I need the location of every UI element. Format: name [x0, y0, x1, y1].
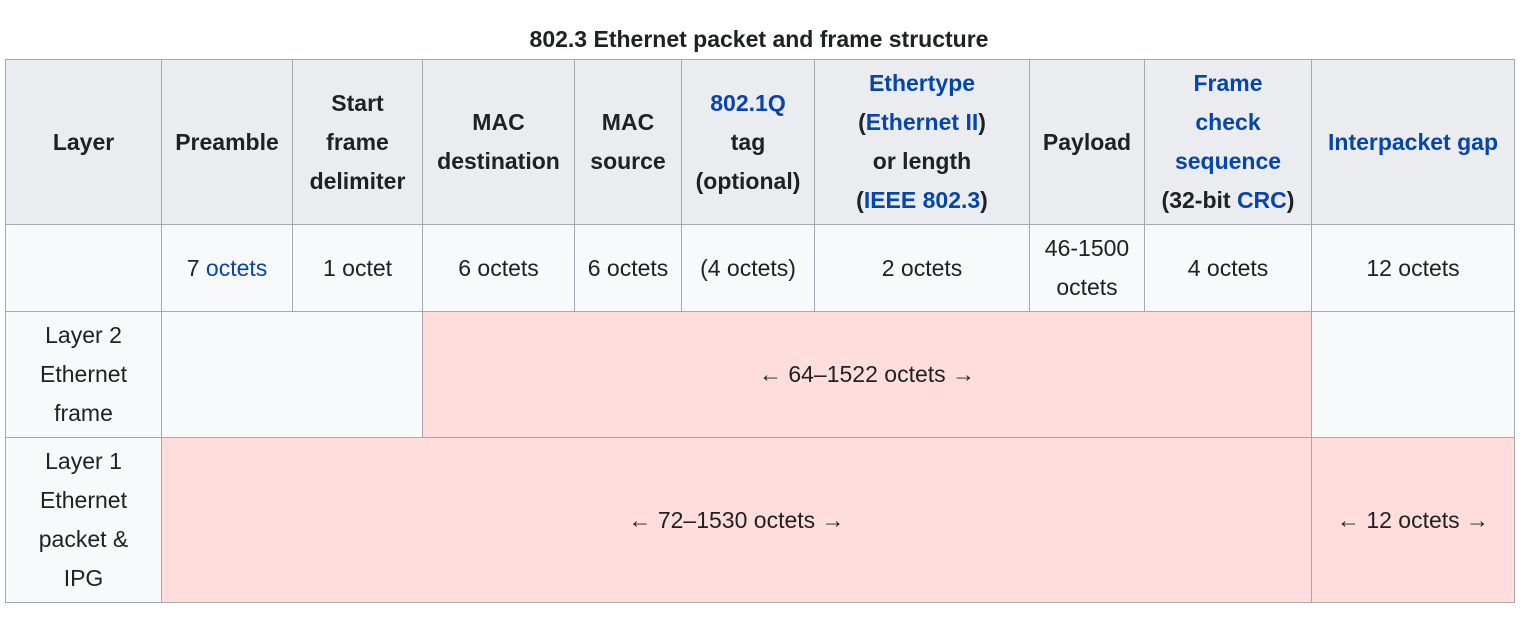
label-text: Layer 1 [45, 448, 122, 474]
layer2-label: Layer 2 Ethernet frame [5, 311, 162, 438]
header-text: Start [331, 89, 384, 116]
header-payload: Payload [1029, 59, 1145, 225]
header-text: MAC [601, 109, 655, 135]
layer1-row: Layer 1 Ethernet packet & IPG ← 72–1530 oct… [5, 437, 1515, 603]
cell-ipg-size: 12 octets [1311, 224, 1515, 312]
link-ethernet-ii[interactable]: Ethernet II [866, 109, 978, 135]
size-value: 46-1500 [1044, 235, 1130, 261]
cell-preamble-size: 7 octets [161, 224, 293, 312]
layer1-packet-span: ← 72–1530 octets → [161, 437, 1312, 603]
header-text: tag [730, 128, 766, 155]
cell-ethertype-size: 2 octets [814, 224, 1030, 312]
label-text: IPG [63, 565, 104, 591]
header-802-1q-tag: 802.1Q tag (optional) [681, 59, 815, 225]
header-text: frame [326, 128, 389, 155]
header-text: or length [872, 148, 972, 174]
link-ieee-802-3[interactable]: IEEE 802.3 [864, 187, 980, 213]
header-ethertype: Ethertype (Ethernet II) or length (IEEE … [814, 59, 1030, 225]
header-start-frame-delimiter: Start frame delimiter [292, 59, 423, 225]
label-text: Ethernet [40, 487, 127, 513]
layer2-row: Layer 2 Ethernet frame ← 64–1522 octets → [5, 311, 1515, 438]
paren: ) [980, 187, 988, 213]
layer2-empty-ipg [1311, 311, 1515, 438]
header-mac-destination: MAC destination [422, 59, 575, 225]
label-text: frame [54, 400, 113, 426]
cell-fcs-size: 4 octets [1144, 224, 1312, 312]
layer2-frame-span: ← 64–1522 octets → [422, 311, 1312, 438]
link-crc[interactable]: CRC [1237, 187, 1287, 213]
header-mac-source: MAC source [574, 59, 682, 225]
header-row: Layer Preamble Start frame delimiter MAC… [5, 59, 1515, 225]
paren: ( [856, 187, 864, 213]
size-value: 7 [186, 254, 206, 281]
header-text: source [590, 148, 666, 174]
header-preamble: Preamble [161, 59, 293, 225]
link-ethertype[interactable]: Ethertype [869, 70, 975, 96]
paren: ( [858, 109, 866, 135]
header-text: destination [437, 148, 560, 174]
layer2-empty-preamble [161, 311, 423, 438]
header-text: MAC [472, 109, 525, 135]
cell-layer-empty [5, 224, 162, 312]
header-interpacket-gap: Interpacket gap [1311, 59, 1515, 225]
label-text: Ethernet [40, 361, 127, 387]
cell-payload-size: 46-1500 octets [1029, 224, 1145, 312]
paren: ) [1286, 187, 1295, 213]
ethernet-frame-table: Layer Preamble Start frame delimiter MAC… [5, 59, 1515, 603]
cell-mac-dest-size: 6 octets [422, 224, 575, 312]
link-frame-check-sequence[interactable]: Frame check sequence [1175, 70, 1281, 174]
header-layer: Layer [5, 59, 162, 225]
size-value: octets [1056, 274, 1118, 300]
link-text: sequence [1174, 148, 1282, 174]
header-frame-check-sequence: Frame check sequence (32-bit CRC) [1144, 59, 1312, 225]
cell-mac-src-size: 6 octets [574, 224, 682, 312]
cell-sfd-size: 1 octet [292, 224, 423, 312]
link-text: check [1195, 109, 1261, 135]
paren: ) [978, 109, 986, 135]
header-text: (32-bit [1161, 187, 1237, 213]
layer1-label: Layer 1 Ethernet packet & IPG [5, 437, 162, 603]
link-interpacket-gap[interactable]: Interpacket gap [1328, 129, 1498, 155]
link-octets[interactable]: octets [206, 255, 267, 281]
label-text: packet & [38, 526, 129, 552]
link-802-1q[interactable]: 802.1Q [710, 90, 785, 116]
label-text: Layer 2 [45, 322, 122, 348]
table-caption: 802.3 Ethernet packet and frame structur… [529, 26, 989, 52]
sizes-row: 7 octets 1 octet 6 octets 6 octets (4 oc… [5, 224, 1515, 312]
layer1-ipg-span: ← 12 octets → [1311, 437, 1515, 603]
header-text: (optional) [695, 167, 801, 194]
link-text: Frame [1193, 70, 1263, 96]
cell-tag-size: (4 octets) [681, 224, 815, 312]
header-text: delimiter [309, 167, 406, 194]
